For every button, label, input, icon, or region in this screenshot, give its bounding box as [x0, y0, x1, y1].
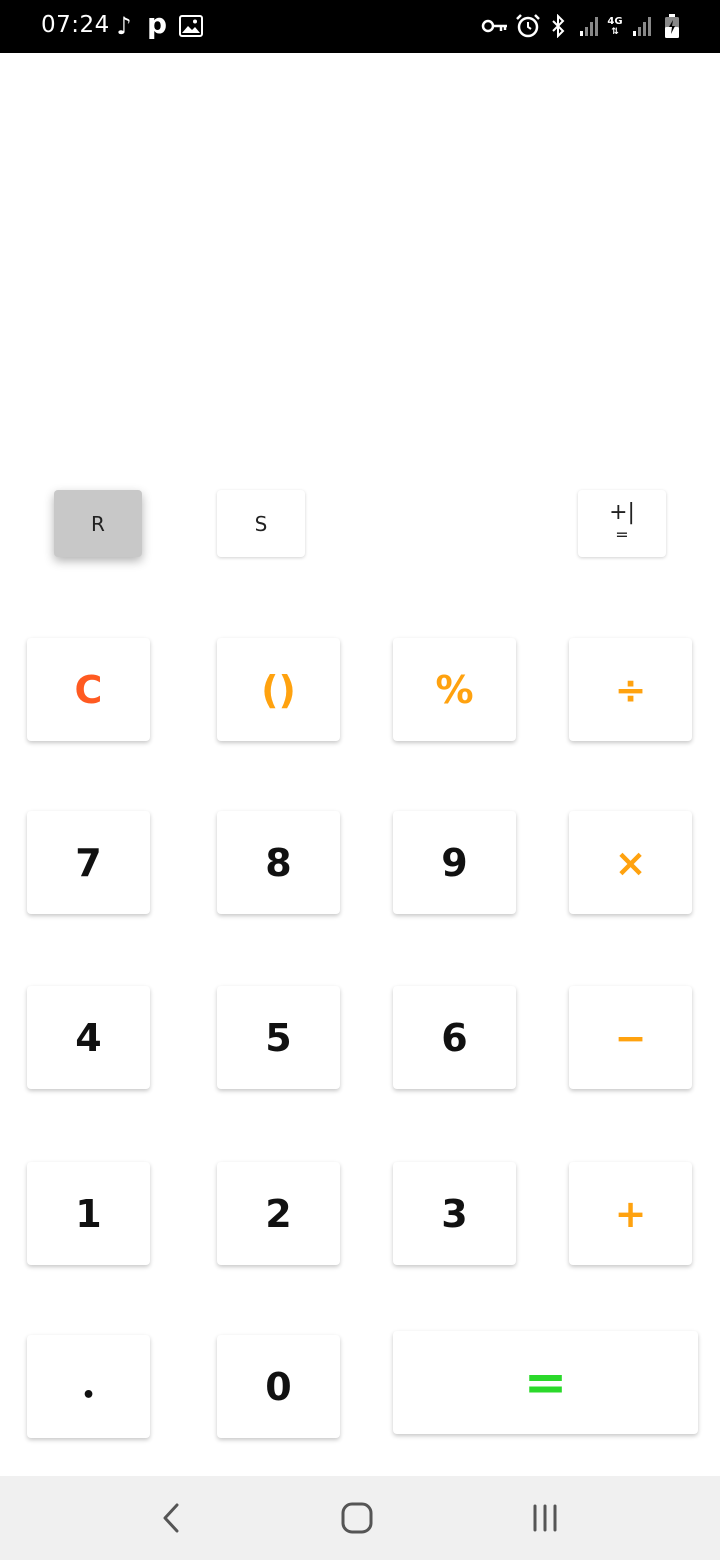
- divide-button[interactable]: ÷: [569, 638, 692, 741]
- data-arrows-icon: ⇅: [611, 27, 619, 37]
- 4g-icon: 4G ⇅: [604, 16, 626, 38]
- percent-button[interactable]: %: [393, 638, 516, 741]
- vpn-key-icon: [480, 10, 510, 42]
- recent-apps-icon[interactable]: [515, 1494, 575, 1542]
- signal-icon: [578, 10, 600, 42]
- r-button[interactable]: R: [54, 490, 142, 557]
- network-type-label: 4G: [607, 16, 623, 27]
- clear-button[interactable]: C: [27, 638, 150, 741]
- back-icon[interactable]: [141, 1494, 201, 1542]
- digit-9-button[interactable]: 9: [393, 811, 516, 914]
- digit-8-button[interactable]: 8: [217, 811, 340, 914]
- decimal-point-button[interactable]: •: [27, 1335, 150, 1438]
- multiply-button[interactable]: ×: [569, 811, 692, 914]
- calculator-display: [0, 53, 720, 473]
- digit-4-button[interactable]: 4: [27, 986, 150, 1089]
- image-icon: [178, 10, 204, 42]
- s-button[interactable]: S: [217, 490, 305, 557]
- signal-icon: [630, 10, 654, 42]
- minus-button[interactable]: −: [569, 986, 692, 1089]
- plus-minus-button[interactable]: +| =: [578, 490, 666, 557]
- plus-minus-bottom-label: =: [615, 524, 629, 544]
- status-bar: 07:24 ♪ p 4G ⇅: [0, 0, 720, 53]
- digit-6-button[interactable]: 6: [393, 986, 516, 1089]
- music-note-icon: ♪: [116, 12, 132, 40]
- digit-7-button[interactable]: 7: [27, 811, 150, 914]
- battery-charging-icon: [662, 10, 682, 42]
- p-icon: p: [146, 6, 168, 40]
- plus-minus-top-label: +|: [609, 499, 635, 525]
- digit-0-button[interactable]: 0: [217, 1335, 340, 1438]
- alarm-icon: [514, 10, 542, 42]
- navigation-bar: [0, 1476, 720, 1560]
- digit-2-button[interactable]: 2: [217, 1162, 340, 1265]
- status-time: 07:24: [41, 12, 110, 38]
- digit-3-button[interactable]: 3: [393, 1162, 516, 1265]
- home-icon[interactable]: [327, 1494, 387, 1542]
- digit-5-button[interactable]: 5: [217, 986, 340, 1089]
- digit-1-button[interactable]: 1: [27, 1162, 150, 1265]
- plus-button[interactable]: +: [569, 1162, 692, 1265]
- parentheses-button[interactable]: (): [217, 638, 340, 741]
- equals-button[interactable]: =: [393, 1331, 698, 1434]
- bluetooth-icon: [548, 10, 568, 42]
